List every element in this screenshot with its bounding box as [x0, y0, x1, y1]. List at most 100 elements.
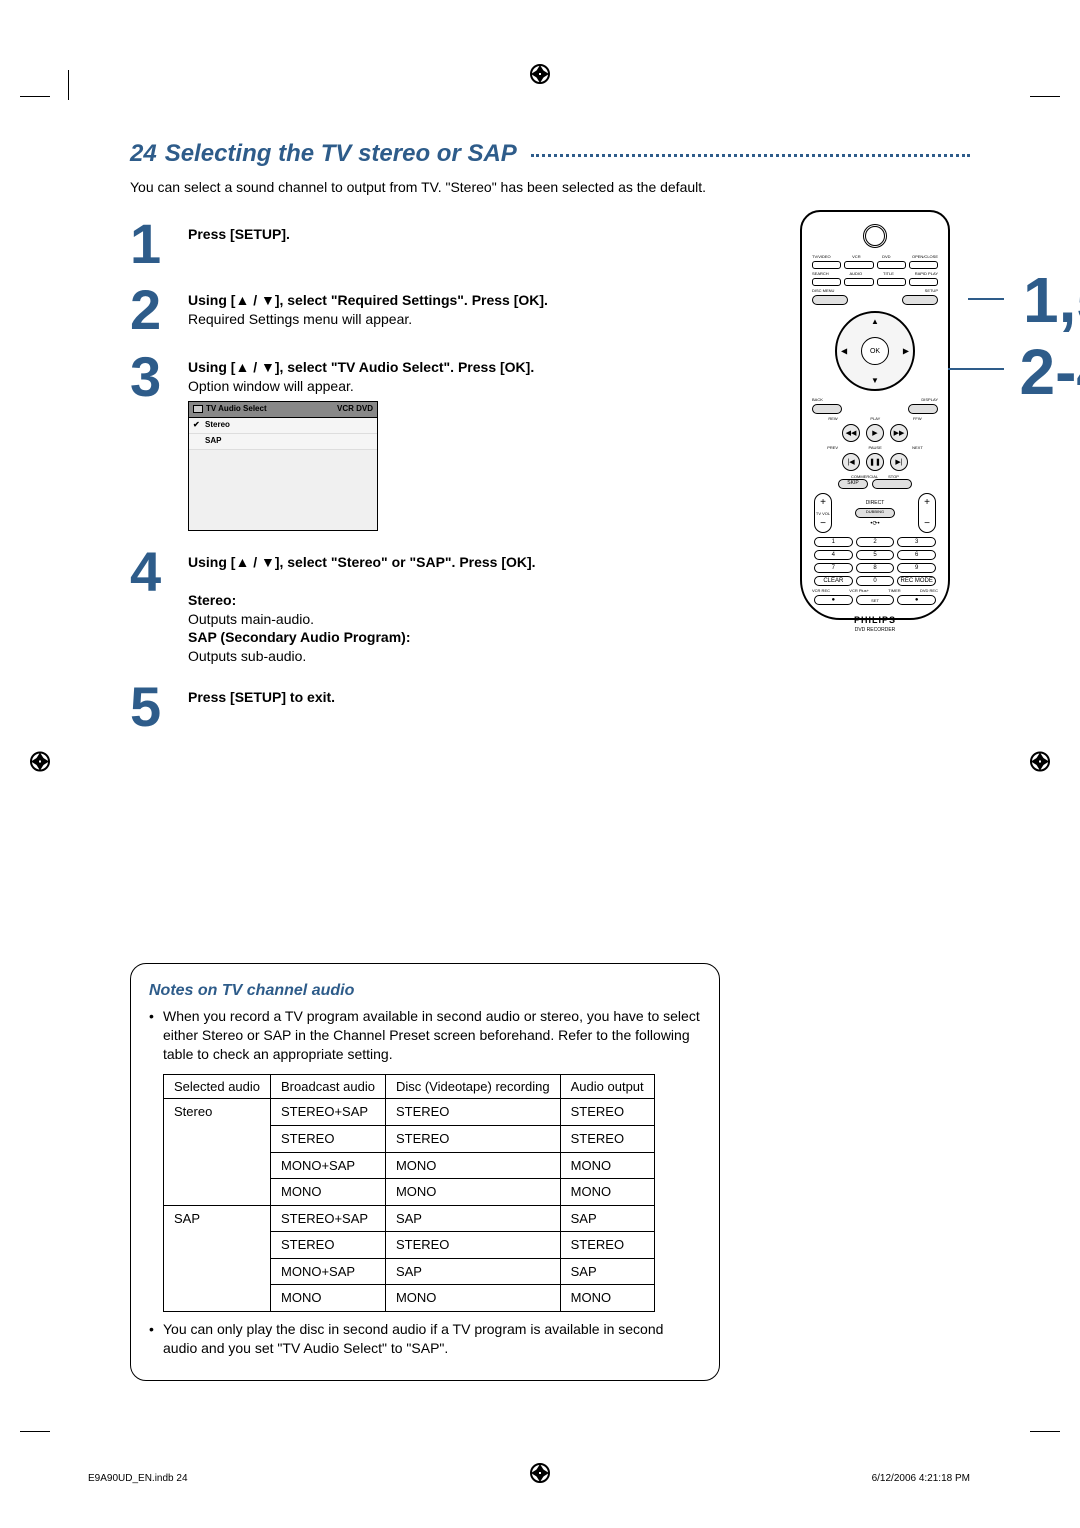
set-button: SET [856, 595, 895, 605]
button-row: CLEAR 0 REC MODE [814, 576, 936, 586]
label: SETUP [925, 288, 938, 293]
left-arrow-icon: ◀ [841, 347, 847, 356]
label-row: PREV PAUSE NEXT [812, 445, 938, 450]
clear-button: CLEAR [814, 576, 853, 586]
step-body: Using [▲ / ▼], select "Stereo" or "SAP".… [188, 547, 536, 666]
label: DVD REC [920, 588, 938, 593]
num-6: 6 [897, 550, 936, 560]
cell: MONO [271, 1285, 386, 1312]
num-0: 0 [856, 576, 895, 586]
cell: STEREO+SAP [271, 1205, 386, 1232]
power-button-icon [863, 224, 887, 248]
callout-2-4: 2-4 [1020, 340, 1080, 404]
step-body: Using [▲ / ▼], select "TV Audio Select".… [188, 352, 534, 531]
cell: MONO [560, 1152, 654, 1179]
label-row: BACK DISPLAY [812, 397, 938, 402]
sap-desc: Outputs sub-audio. [188, 648, 306, 664]
num-9: 9 [897, 563, 936, 573]
cell: Stereo [164, 1099, 271, 1205]
ffw-icon: ▶▶ [890, 424, 908, 442]
label: DVD [882, 254, 890, 259]
down-arrow-icon: ▼ [871, 376, 879, 385]
col-header: Broadcast audio [271, 1074, 386, 1099]
num-4: 4 [814, 550, 853, 560]
notes-bullet: When you record a TV program available i… [149, 1007, 701, 1064]
label: VCR Plus+ [849, 588, 869, 593]
osd-row: ✔ Stereo [189, 418, 377, 434]
step-body: Press [SETUP] to exit. [188, 682, 335, 732]
numpad: 1 2 3 4 5 6 7 8 9 [814, 537, 936, 573]
section-title: 24 Selecting the TV stereo or SAP [130, 140, 970, 168]
step-5: 5 Press [SETUP] to exit. [130, 682, 970, 732]
remote-control: TV/VIDEO VCR DVD OPEN/CLOSE SEARCH AUDIO… [800, 210, 950, 620]
callout-line [968, 298, 1004, 300]
step-bold: Using [▲ / ▼], select "Stereo" or "SAP".… [188, 554, 536, 570]
label: TITLE [883, 271, 894, 276]
dubbing-button: DUBBING [855, 508, 895, 518]
cell: MONO [271, 1179, 386, 1206]
label: REW [828, 416, 837, 421]
notes-bullet: You can only play the disc in second aud… [149, 1320, 701, 1358]
cell: MONO [385, 1179, 560, 1206]
cell: STEREO [385, 1125, 560, 1152]
callout-1-5: 1,5 [1023, 268, 1080, 332]
stereo-label: Stereo: [188, 592, 236, 608]
registration-mark-top [530, 64, 550, 89]
cell: MONO+SAP [271, 1258, 386, 1285]
osd-option: SAP [205, 436, 221, 447]
notes-title: Notes on TV channel audio [149, 980, 701, 1002]
play-icon: ▶ [866, 424, 884, 442]
on-screen-window: TV Audio Select VCR DVD ✔ Stereo SAP [188, 401, 378, 530]
cell: STEREO [385, 1232, 560, 1259]
tv-icon [193, 405, 203, 413]
button-row: ● SET ● [814, 595, 936, 605]
intro-text: You can select a sound channel to output… [130, 178, 970, 197]
col-header: Audio output [560, 1074, 654, 1099]
section-heading: Selecting the TV stereo or SAP [165, 140, 517, 168]
footer-left: E9A90UD_EN.indb 24 [88, 1473, 188, 1484]
cell: MONO [385, 1285, 560, 1312]
num-7: 7 [814, 563, 853, 573]
cell: SAP [385, 1258, 560, 1285]
label: TV VOL [816, 511, 830, 516]
dubbing-area: DIRECT DUBBING •⟳• [836, 500, 914, 527]
num-1: 1 [814, 537, 853, 547]
osd-option: Stereo [205, 420, 230, 431]
label-row: SEARCH AUDIO TITLE RAPID PLAY [812, 271, 938, 276]
label: VCR [852, 254, 860, 259]
page-footer: E9A90UD_EN.indb 24 6/12/2006 4:21:18 PM [0, 1473, 1080, 1484]
label: PAUSE [868, 445, 881, 450]
crop-tick [1030, 1431, 1060, 1432]
label: RAPID PLAY [915, 271, 938, 276]
button-row: SKIP [808, 479, 942, 489]
cell: STEREO [271, 1232, 386, 1259]
remote-illustration: TV/VIDEO VCR DVD OPEN/CLOSE SEARCH AUDIO… [800, 210, 950, 620]
label: TV/VIDEO [812, 254, 831, 259]
right-arrow-icon: ▶ [903, 347, 909, 356]
rec-mode-button: REC MODE [897, 576, 936, 586]
label: DISPLAY [921, 397, 938, 402]
prev-icon: |◀ [842, 453, 860, 471]
cell: MONO [560, 1285, 654, 1312]
osd-body [189, 450, 377, 530]
stereo-desc: Outputs main-audio. [188, 611, 314, 627]
brand-subtitle: DVD RECORDER [808, 627, 942, 633]
check-icon: ✔ [193, 420, 205, 431]
cell: SAP [164, 1205, 271, 1311]
button-row [812, 295, 938, 305]
label: OPEN/CLOSE [912, 254, 938, 259]
num-3: 3 [897, 537, 936, 547]
step-body: Using [▲ / ▼], select "Required Settings… [188, 285, 548, 335]
cell: STEREO [560, 1099, 654, 1126]
dot-icon: •⟳• [870, 520, 879, 527]
footer-right: 6/12/2006 4:21:18 PM [872, 1473, 970, 1484]
cell: STEREO+SAP [271, 1099, 386, 1126]
step-bold: Press [SETUP] to exit. [188, 689, 335, 705]
step-bold: Using [▲ / ▼], select "Required Settings… [188, 292, 548, 308]
heading-dotted-rule [531, 154, 970, 157]
label: PLAY [870, 416, 880, 421]
button-row [812, 404, 938, 414]
dpad: OK ▲ ▼ ◀ ▶ [835, 311, 915, 391]
tv-vol-rocker: +TV VOL− [814, 493, 832, 533]
label-row: VCR REC VCR Plus+ TIMER DVD REC [812, 588, 938, 593]
